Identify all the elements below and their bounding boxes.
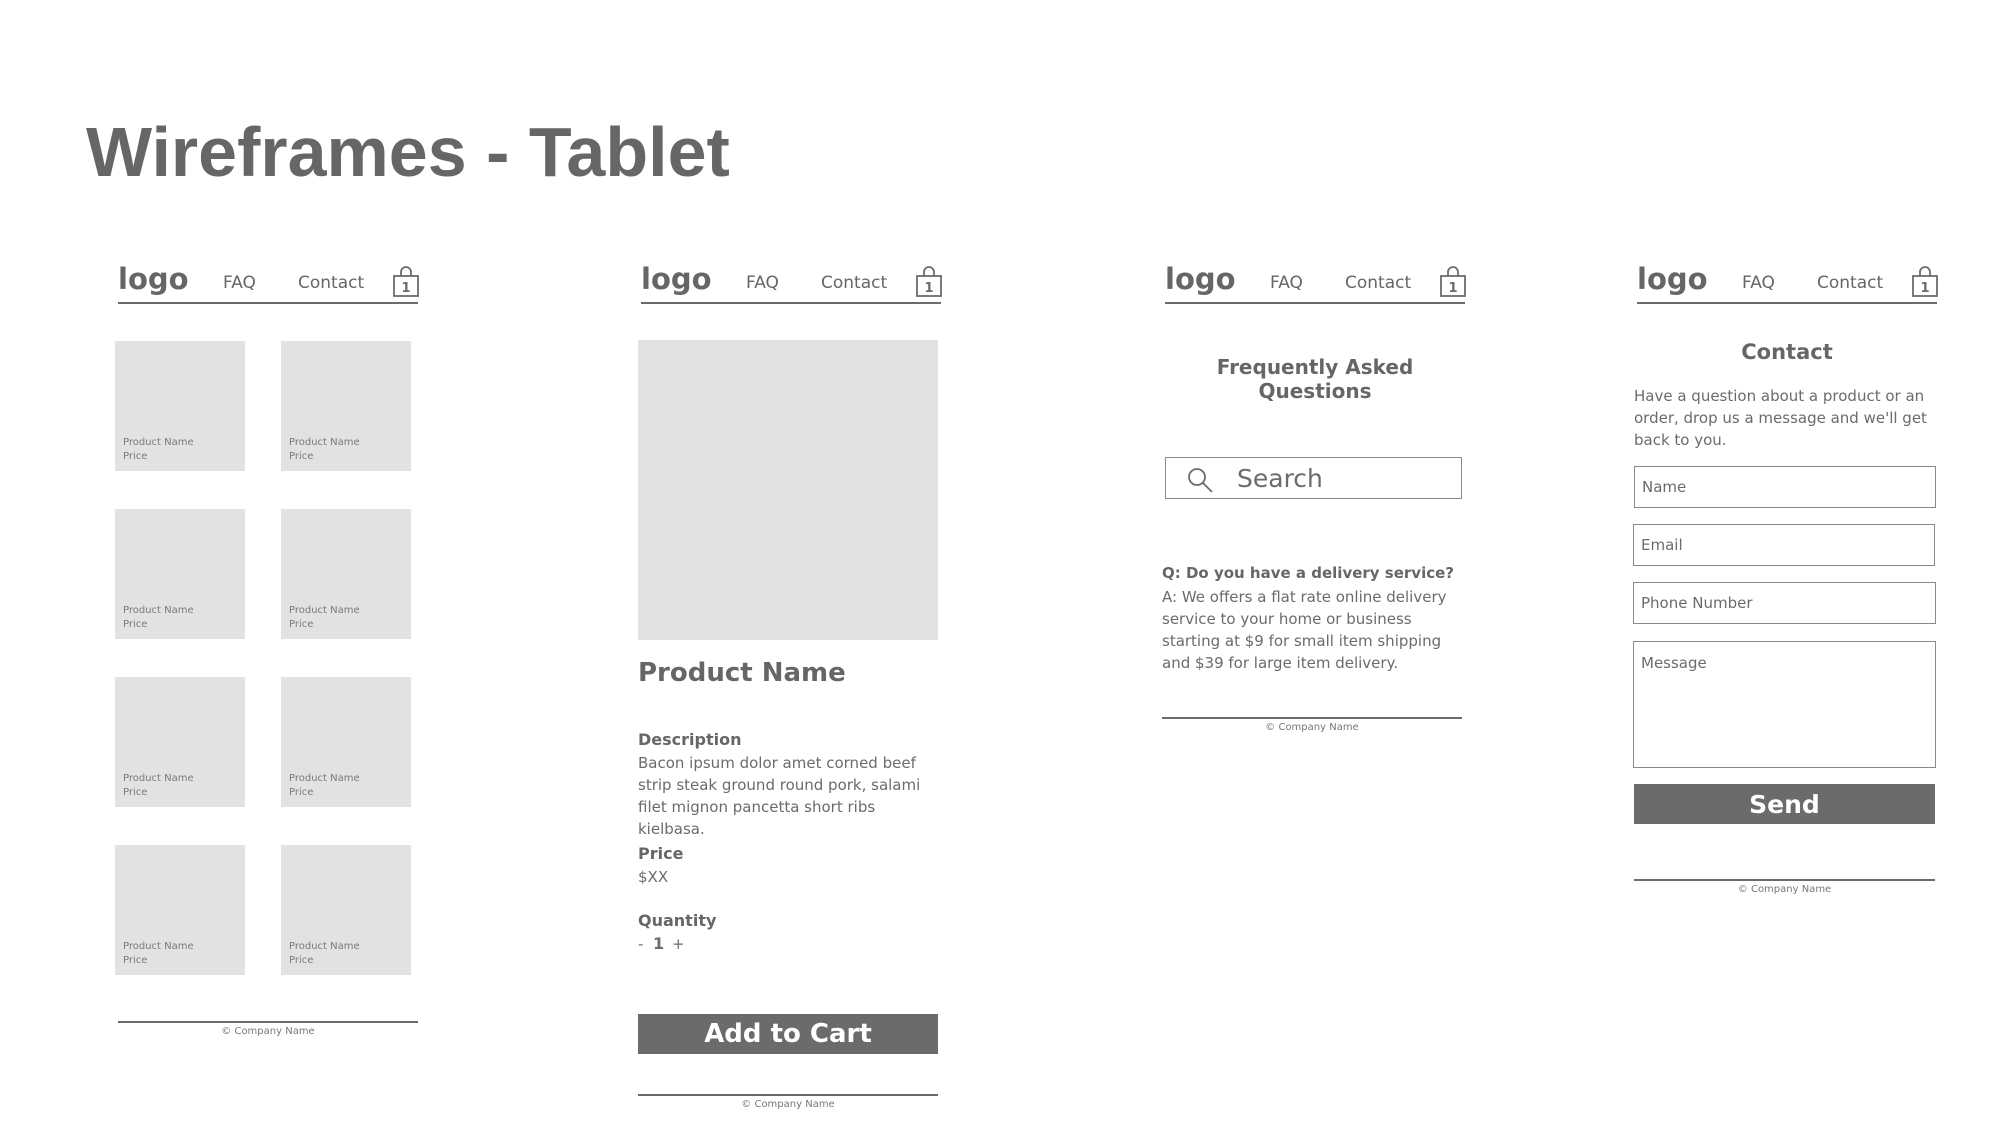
phone-placeholder: Phone Number	[1641, 594, 1753, 612]
product-card[interactable]: Product Name Price	[281, 845, 411, 975]
faq-answer-line: service to your home or business	[1162, 610, 1412, 628]
product-card-price: Price	[123, 955, 148, 966]
product-card-price: Price	[289, 451, 314, 462]
nav-link-contact[interactable]: Contact	[1345, 273, 1411, 293]
nav-link-contact[interactable]: Contact	[1817, 273, 1883, 293]
product-card[interactable]: Product Name Price	[115, 341, 245, 471]
footer-divider	[1162, 717, 1462, 719]
product-image	[638, 340, 938, 640]
description-label: Description	[638, 730, 742, 749]
message-field[interactable]: Message	[1633, 641, 1936, 768]
product-card[interactable]: Product Name Price	[281, 677, 411, 807]
nav-link-faq[interactable]: FAQ	[1270, 273, 1303, 293]
shopping-bag-icon[interactable]: 1	[915, 264, 943, 298]
email-field[interactable]: Email	[1633, 524, 1935, 566]
phone-field[interactable]: Phone Number	[1633, 582, 1936, 624]
product-card-price: Price	[123, 787, 148, 798]
contact-intro-line: order, drop us a message and we'll get	[1634, 409, 1927, 427]
price-label: Price	[638, 844, 684, 863]
faq-heading: Frequently Asked Questions	[1216, 355, 1414, 403]
contact-intro-line: back to you.	[1634, 431, 1727, 449]
product-card-name: Product Name	[289, 605, 360, 616]
nav-link-contact[interactable]: Contact	[298, 273, 364, 293]
footer-copyright: © Company Name	[1737, 884, 1832, 895]
product-card-price: Price	[123, 451, 148, 462]
shopping-bag-icon[interactable]: 1	[392, 264, 420, 298]
add-to-cart-button[interactable]: Add to Cart	[638, 1014, 938, 1054]
faq-question: Q: Do you have a delivery service?	[1162, 564, 1454, 582]
nav-logo[interactable]: logo	[1637, 262, 1708, 296]
top-nav: logo FAQ Contact 1	[118, 260, 420, 304]
nav-link-contact[interactable]: Contact	[821, 273, 887, 293]
footer-divider	[638, 1094, 938, 1096]
footer-divider	[1634, 879, 1935, 881]
top-nav: logo FAQ Contact 1	[1637, 260, 1939, 304]
product-card-name: Product Name	[123, 437, 194, 448]
quantity-increment-button[interactable]: +	[672, 933, 685, 955]
contact-intro-line: Have a question about a product or an	[1634, 387, 1925, 405]
cart-count: 1	[1920, 281, 1929, 296]
email-placeholder: Email	[1641, 536, 1683, 554]
faq-answer-line: starting at $9 for small item shipping	[1162, 632, 1442, 650]
product-card-price: Price	[289, 619, 314, 630]
product-name: Product Name	[638, 658, 846, 688]
message-placeholder: Message	[1641, 654, 1707, 672]
faq-answer-line: and $39 for large item delivery.	[1162, 654, 1399, 672]
top-nav: logo FAQ Contact 1	[641, 260, 943, 304]
quantity-label: Quantity	[638, 911, 717, 930]
cart-count: 1	[924, 281, 933, 296]
name-field[interactable]: Name	[1634, 466, 1936, 508]
product-card[interactable]: Product Name Price	[281, 509, 411, 639]
product-card[interactable]: Product Name Price	[281, 341, 411, 471]
search-placeholder: Search	[1237, 464, 1323, 493]
nav-link-faq[interactable]: FAQ	[223, 273, 256, 293]
cart-count: 1	[1448, 281, 1457, 296]
product-card-name: Product Name	[289, 773, 360, 784]
product-card-name: Product Name	[289, 941, 360, 952]
shopping-bag-icon[interactable]: 1	[1439, 264, 1467, 298]
product-card-name: Product Name	[123, 773, 194, 784]
product-card[interactable]: Product Name Price	[115, 845, 245, 975]
quantity-decrement-button[interactable]: -	[638, 933, 643, 955]
description-line: Bacon ipsum dolor amet corned beef	[638, 754, 916, 772]
nav-logo[interactable]: logo	[641, 262, 712, 296]
contact-heading: Contact	[1741, 340, 1833, 364]
description-line: strip steak ground round pork, salami	[638, 776, 921, 794]
product-card-price: Price	[289, 787, 314, 798]
search-icon	[1188, 468, 1213, 493]
description-line: filet mignon pancetta short ribs kielbas…	[638, 798, 876, 838]
nav-logo[interactable]: logo	[1165, 262, 1236, 296]
product-card[interactable]: Product Name Price	[115, 509, 245, 639]
product-card-name: Product Name	[123, 941, 194, 952]
footer-divider	[118, 1021, 418, 1023]
name-placeholder: Name	[1642, 478, 1687, 496]
price-value: $XX	[638, 868, 669, 886]
product-card-price: Price	[123, 619, 148, 630]
shopping-bag-icon[interactable]: 1	[1911, 264, 1939, 298]
product-card-name: Product Name	[123, 605, 194, 616]
faq-answer-line: A: We offers a flat rate online delivery	[1162, 588, 1447, 606]
nav-link-faq[interactable]: FAQ	[746, 273, 779, 293]
cart-count: 1	[401, 281, 410, 296]
footer-copyright: © Company Name	[1265, 722, 1359, 733]
send-button[interactable]: Send	[1634, 784, 1935, 824]
faq-search-input[interactable]: Search	[1165, 457, 1462, 499]
footer-copyright: © Company Name	[221, 1026, 315, 1037]
footer-copyright: © Company Name	[741, 1099, 835, 1110]
nav-link-faq[interactable]: FAQ	[1742, 273, 1775, 293]
page-title: Wireframes - Tablet	[86, 113, 730, 191]
product-card-price: Price	[289, 955, 314, 966]
product-card[interactable]: Product Name Price	[115, 677, 245, 807]
nav-logo[interactable]: logo	[118, 262, 189, 296]
quantity-value: 1	[653, 934, 665, 953]
product-card-name: Product Name	[289, 437, 360, 448]
top-nav: logo FAQ Contact 1	[1165, 260, 1467, 304]
